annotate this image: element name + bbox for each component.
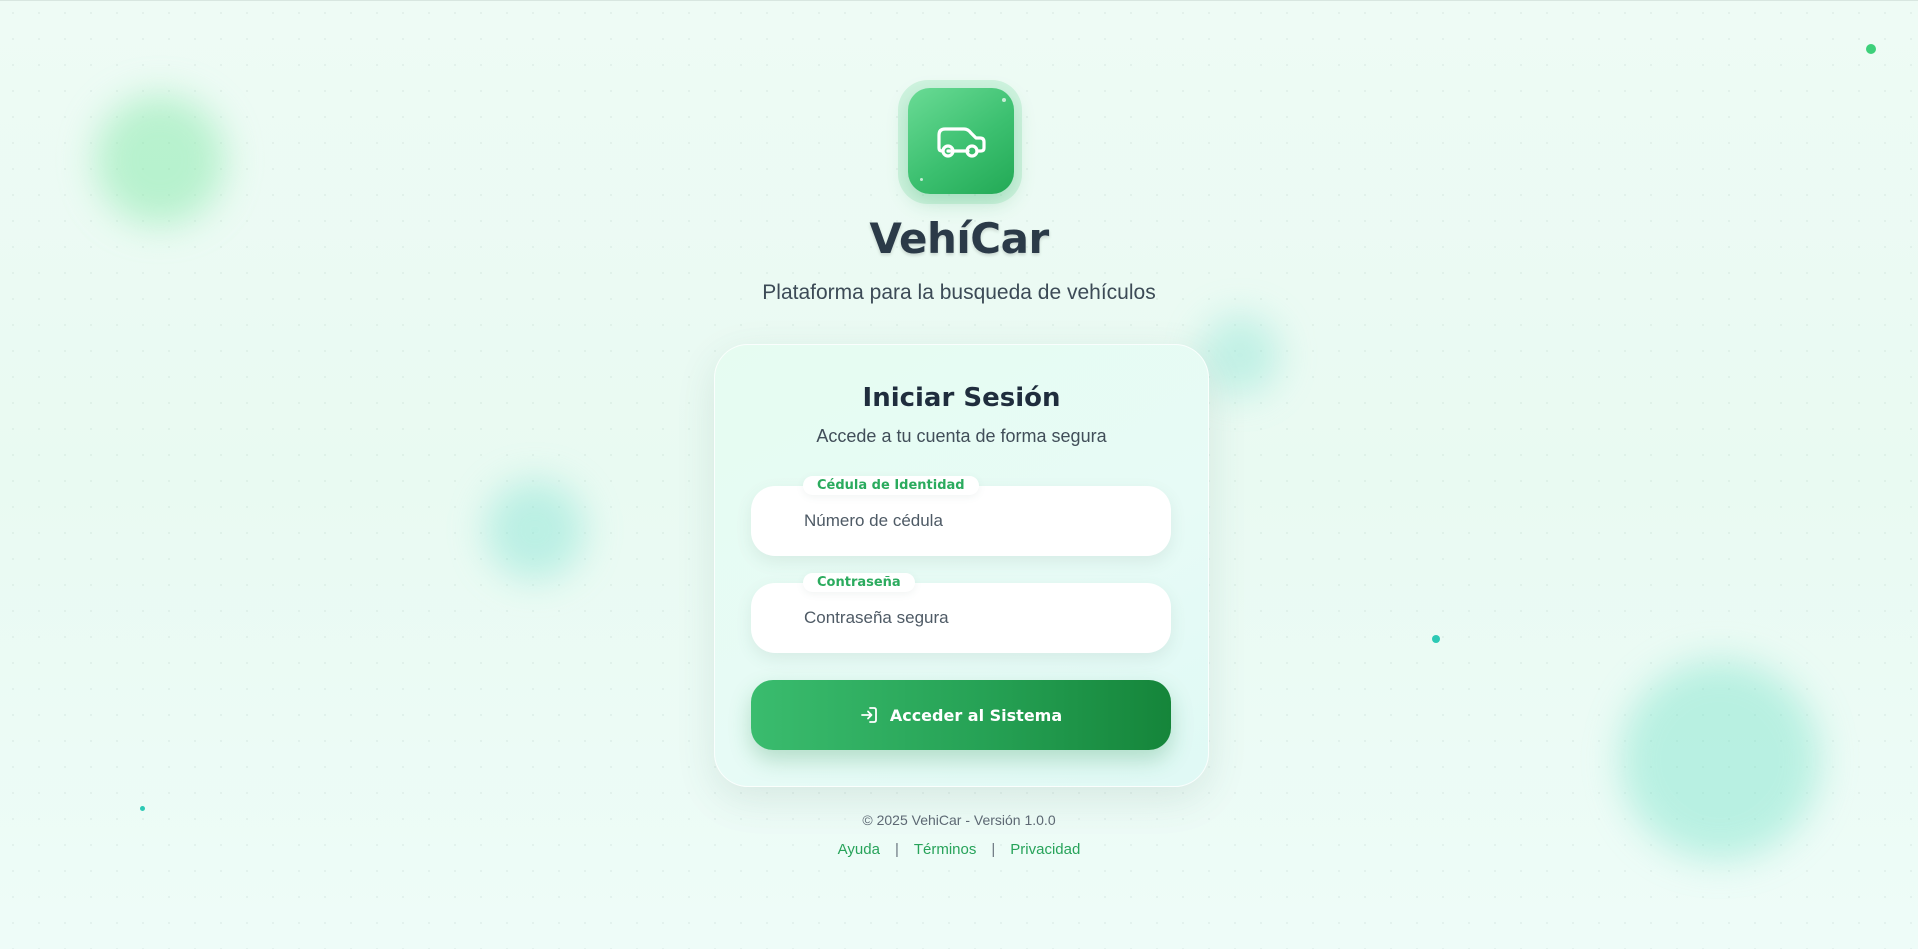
car-icon (937, 127, 986, 158)
id-field-label: Cédula de Identidad (803, 476, 979, 495)
app-title: VehíCar (869, 214, 1049, 263)
id-input[interactable] (751, 486, 1171, 556)
sparkle-icon (1002, 98, 1006, 102)
password-input[interactable] (751, 583, 1171, 653)
decorative-blob (1200, 315, 1280, 395)
footer-separator: | (991, 841, 996, 858)
app-subtitle: Plataforma para la busqueda de vehículos (762, 281, 1156, 304)
login-button-label: Acceder al Sistema (889, 705, 1063, 725)
login-title: Iniciar Sesión (862, 383, 1061, 413)
password-field: Contraseña (751, 573, 1171, 653)
login-subtitle: Accede a tu cuenta de forma segura (816, 426, 1107, 446)
login-button[interactable]: Acceder al Sistema (751, 680, 1171, 750)
terms-link[interactable]: Términos (914, 841, 977, 858)
footer-links: Ayuda | Términos | Privacidad (0, 841, 1918, 858)
login-card: Iniciar Sesión Accede a tu cuenta de for… (714, 344, 1209, 787)
decorative-blob (485, 480, 585, 580)
login-icon (860, 707, 877, 723)
footer-copyright: © 2025 VehiCar - Versión 1.0.0 (862, 812, 1056, 828)
decorative-dot (1866, 44, 1876, 54)
decorative-blob (1620, 660, 1820, 860)
app-logo (908, 88, 1014, 194)
sparkle-icon (920, 178, 923, 181)
top-border (0, 0, 1918, 1)
password-field-label: Contraseña (803, 573, 915, 592)
id-field: Cédula de Identidad (751, 476, 1171, 556)
decorative-dot (1432, 635, 1440, 643)
footer-separator: | (894, 841, 899, 858)
help-link[interactable]: Ayuda (838, 841, 880, 858)
decorative-dot (140, 806, 145, 811)
privacy-link[interactable]: Privacidad (1010, 841, 1080, 858)
decorative-blob (95, 95, 225, 225)
